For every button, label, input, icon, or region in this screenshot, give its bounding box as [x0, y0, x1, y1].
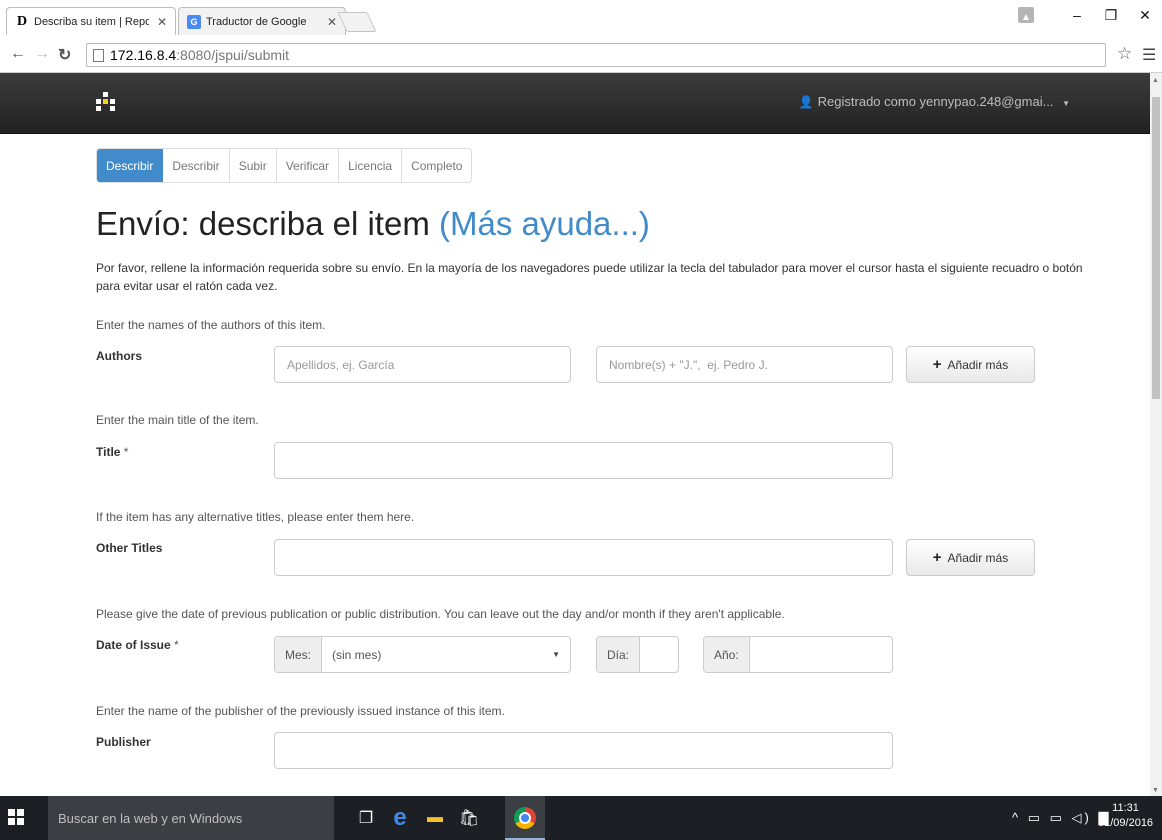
dropdown-arrow-icon: ▼ [552, 650, 560, 659]
author-last-name-input[interactable] [274, 346, 571, 383]
add-other-title-button[interactable]: + Añadir más [906, 539, 1035, 576]
forward-arrow-icon[interactable]: → [34, 45, 50, 63]
scroll-thumb[interactable] [1152, 97, 1160, 399]
bookmark-star-icon[interactable]: ☆ [1117, 44, 1132, 64]
intro-text: Por favor, rellene la información requer… [96, 261, 1083, 293]
plus-icon: + [932, 549, 942, 566]
step-subir[interactable]: Subir [229, 149, 277, 182]
tab-title: Describa su item | Reposit [34, 15, 149, 28]
windows-start-icon[interactable] [8, 809, 25, 826]
back-arrow-icon[interactable]: ← [10, 45, 26, 63]
tab-describa-item[interactable]: D Describa su item | Reposit ✕ [6, 7, 176, 35]
page-scrollbar[interactable]: ▲ ▼ [1150, 73, 1162, 796]
profile-icon[interactable]: ▲ [1018, 7, 1034, 23]
address-bar[interactable]: 172.16.8.4 :8080/jspui/submit [86, 43, 1106, 67]
windows-taskbar: Buscar en la web y en Windows ❐ e ▬ 🛍 ^ … [0, 796, 1162, 840]
title-label: Title * [96, 445, 128, 459]
chrome-icon[interactable] [514, 807, 536, 829]
caret-down-icon: ▼ [1062, 99, 1070, 108]
tab-title: Traductor de Google [206, 15, 307, 28]
other-titles-hint: If the item has any alternative titles, … [96, 510, 415, 524]
required-marker: * [174, 638, 179, 652]
window-controls: ▲ – ❐ ✕ [1018, 0, 1162, 30]
dspace-navbar: 👤 Registrado como yennypao.248@gmai... ▼ [0, 73, 1150, 134]
help-link[interactable]: (Más ayuda...) [439, 205, 650, 242]
add-author-button[interactable]: + Añadir más [906, 346, 1035, 383]
other-titles-label: Other Titles [96, 541, 163, 555]
author-first-name-input[interactable] [596, 346, 893, 383]
taskbar-clock[interactable]: 11:31 01/09/2016 [1098, 801, 1153, 831]
user-icon: 👤 [798, 95, 814, 109]
minimize-icon[interactable]: – [1060, 7, 1094, 23]
user-menu-label: Registrado como yennypao.248@gmai... [817, 94, 1054, 109]
close-window-icon[interactable]: ✕ [1128, 7, 1162, 24]
system-tray[interactable]: ^ ▭ ▭ ◁) ▇ [1012, 810, 1111, 826]
reload-icon[interactable]: ↻ [58, 45, 71, 65]
publisher-label: Publisher [96, 735, 151, 749]
close-tab-icon[interactable]: ✕ [157, 15, 167, 29]
month-select-value: (sin mes) [332, 647, 382, 662]
dspace-logo-icon[interactable] [96, 92, 116, 114]
clock-date: 01/09/2016 [1098, 817, 1154, 829]
year-input-group[interactable]: Año: [703, 636, 893, 673]
day-input[interactable] [640, 637, 678, 672]
year-addon: Año: [704, 637, 750, 672]
edge-icon[interactable]: e [389, 804, 411, 831]
page-title-text: Envío: describa el item [96, 205, 430, 242]
scroll-down-icon[interactable]: ▼ [1152, 787, 1159, 794]
publisher-hint: Enter the name of the publisher of the p… [96, 704, 505, 718]
publisher-input[interactable] [274, 732, 893, 769]
year-input[interactable] [750, 637, 892, 672]
url-host: 172.16.8.4 [110, 47, 177, 63]
chrome-menu-icon[interactable]: ☰ [1142, 45, 1156, 65]
browser-tab-strip: D Describa su item | Reposit ✕ G Traduct… [0, 0, 1162, 37]
browser-toolbar: ← → ↻ 172.16.8.4 :8080/jspui/submit ☆ ☰ [0, 37, 1162, 73]
step-describir-2[interactable]: Describir [163, 149, 230, 182]
user-menu[interactable]: 👤 Registrado como yennypao.248@gmai... ▼ [799, 94, 1070, 109]
day-input-group[interactable]: Día: [596, 636, 679, 673]
other-titles-input[interactable] [274, 539, 893, 576]
title-input[interactable] [274, 442, 893, 479]
required-marker: * [123, 445, 129, 459]
step-describir-1[interactable]: Describir [97, 149, 164, 182]
maximize-icon[interactable]: ❐ [1094, 7, 1128, 24]
taskbar-search-input[interactable]: Buscar en la web y en Windows [48, 796, 334, 840]
step-verificar[interactable]: Verificar [276, 149, 340, 182]
title-label-text: Title [96, 445, 121, 459]
page-viewport: 👤 Registrado como yennypao.248@gmai... ▼ … [0, 73, 1150, 796]
authors-label: Authors [96, 349, 142, 363]
step-completo[interactable]: Completo [402, 149, 472, 182]
page-title: Envío: describa el item (Más ayuda...) [96, 205, 650, 243]
tab-traductor-google[interactable]: G Traductor de Google ✕ [178, 7, 346, 35]
scroll-up-icon[interactable]: ▲ [1152, 77, 1159, 84]
add-other-title-label: Añadir más [947, 550, 1009, 565]
url-path: :8080/jspui/submit [176, 47, 290, 63]
submission-progress: Describir Describir Subir Verificar Lice… [96, 148, 473, 183]
month-select-group[interactable]: Mes: (sin mes) ▼ [274, 636, 571, 673]
task-view-icon[interactable]: ❐ [355, 807, 377, 829]
title-hint: Enter the main title of the item. [96, 413, 259, 427]
store-icon[interactable]: 🛍 [458, 807, 480, 829]
dspace-favicon-icon: D [16, 13, 28, 29]
month-addon: Mes: [275, 637, 323, 672]
step-licencia[interactable]: Licencia [339, 149, 403, 182]
file-explorer-icon[interactable]: ▬ [424, 807, 446, 829]
day-addon: Día: [597, 637, 641, 672]
date-label-text: Date of Issue [96, 638, 171, 652]
date-hint: Please give the date of previous publica… [96, 607, 785, 621]
page-icon [93, 48, 104, 62]
close-tab-icon[interactable]: ✕ [327, 15, 337, 29]
google-translate-favicon-icon: G [187, 14, 201, 29]
add-author-label: Añadir más [947, 357, 1009, 372]
plus-icon: + [932, 356, 942, 373]
authors-hint: Enter the names of the authors of this i… [96, 318, 326, 332]
clock-time: 11:31 [1112, 802, 1139, 814]
month-select[interactable]: (sin mes) ▼ [322, 637, 570, 672]
date-label: Date of Issue * [96, 638, 179, 652]
